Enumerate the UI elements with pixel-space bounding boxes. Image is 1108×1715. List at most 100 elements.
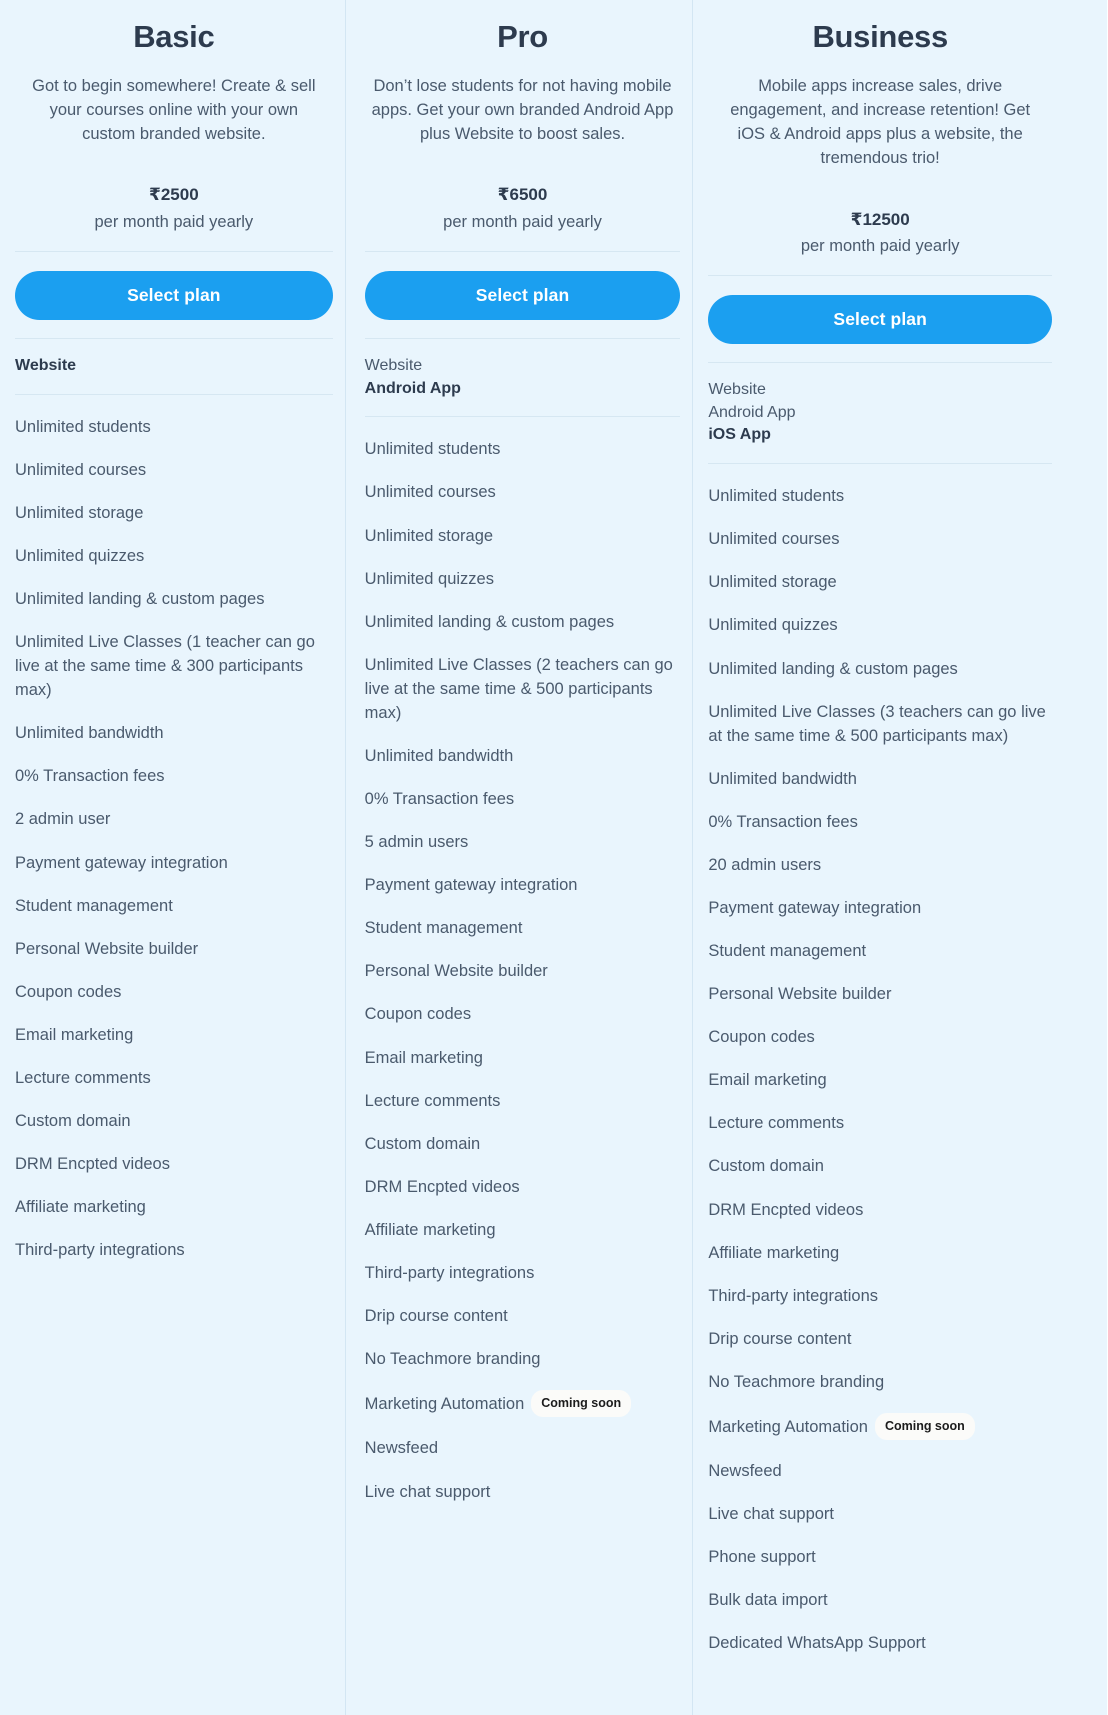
plan-title: Basic	[133, 19, 215, 54]
feature-item: Live chat support	[708, 1502, 1052, 1526]
feature-label: Live chat support	[364, 1482, 491, 1501]
plan-title: Business	[812, 19, 948, 54]
coming-soon-badge: Coming soon	[531, 1390, 632, 1418]
feature-item: Unlimited landing & custom pages	[15, 587, 333, 611]
plan-card-pro: Pro Don’t lose students for not having mo…	[344, 0, 693, 1715]
feature-label: Live chat support	[708, 1505, 835, 1524]
platform-item: Android App	[364, 379, 461, 397]
platform-list: Website	[15, 337, 333, 395]
feature-item: Marketing Automation Coming soon	[364, 1390, 681, 1418]
feature-label: Personal Website builder	[708, 985, 892, 1004]
feature-item: 0% Transaction fees	[15, 764, 333, 788]
feature-item: Custom domain	[365, 1132, 681, 1156]
feature-label: Third-party integrations	[364, 1263, 535, 1282]
feature-label: DRM Encpted videos	[364, 1177, 520, 1196]
feature-label: Marketing Automation	[364, 1395, 525, 1414]
feature-label: Marketing Automation	[708, 1417, 868, 1436]
feature-label: Affiliate marketing	[364, 1220, 496, 1239]
feature-item: Unlimited storage	[708, 570, 1052, 594]
feature-item: Unlimited bandwidth	[365, 744, 681, 768]
select-plan-button[interactable]: Select plan	[364, 270, 681, 320]
platform-item: Website	[708, 381, 766, 399]
feature-item: Coupon codes	[365, 1002, 681, 1026]
platform-item: Website	[15, 356, 77, 374]
feature-item: Unlimited courses	[15, 458, 333, 482]
feature-label: Affiliate marketing	[708, 1243, 840, 1262]
feature-item: Third-party integrations	[365, 1261, 681, 1285]
platform-list: Website Android App	[364, 337, 681, 418]
plan-card-business: Business Mobile apps increase sales, driv…	[692, 0, 1107, 1715]
feature-label: Coupon codes	[15, 982, 122, 1001]
select-plan-button[interactable]: Select plan	[708, 295, 1052, 345]
price-amount: ₹6500	[497, 185, 548, 205]
feature-label: Affiliate marketing	[15, 1198, 146, 1217]
plan-title: Pro	[497, 19, 548, 54]
feature-item: Lecture comments	[15, 1066, 333, 1090]
feature-item: 0% Transaction fees	[708, 810, 1052, 834]
feature-label: Email marketing	[708, 1071, 827, 1090]
feature-item: Email marketing	[15, 1023, 333, 1047]
feature-label: Student management	[708, 942, 867, 961]
feature-label: Unlimited quizzes	[708, 616, 838, 635]
feature-list: Unlimited students Unlimited courses Unlim…	[15, 415, 333, 1263]
select-plan-button[interactable]: Select plan	[15, 270, 333, 320]
feature-label: Custom domain	[708, 1157, 824, 1176]
feature-item: Payment gateway integration	[365, 873, 681, 897]
feature-label: Payment gateway integration	[708, 898, 922, 917]
feature-label: Drip course content	[708, 1329, 852, 1348]
feature-label: Lecture comments	[708, 1114, 845, 1133]
feature-item: Email marketing	[365, 1046, 681, 1070]
feature-label: Unlimited Live Classes (3 teachers can g…	[708, 702, 1046, 745]
feature-item: Custom domain	[708, 1154, 1052, 1178]
feature-label: Unlimited students	[15, 417, 151, 436]
feature-label: Newsfeed	[708, 1462, 782, 1481]
feature-item: No Teachmore branding	[365, 1347, 681, 1371]
feature-item: Affiliate marketing	[15, 1195, 333, 1219]
feature-item: Personal Website builder	[708, 982, 1052, 1006]
feature-label: 0% Transaction fees	[708, 812, 858, 831]
feature-item: Student management	[365, 916, 681, 940]
feature-item: Unlimited courses	[365, 480, 681, 504]
feature-label: No Teachmore branding	[708, 1372, 885, 1391]
feature-label: Bulk data import	[708, 1591, 828, 1610]
feature-label: Payment gateway integration	[15, 853, 228, 872]
feature-item: Lecture comments	[365, 1089, 681, 1113]
feature-item: Phone support	[708, 1545, 1052, 1569]
feature-item: Payment gateway integration	[15, 851, 333, 875]
coming-soon-badge: Coming soon	[874, 1412, 975, 1441]
feature-label: Unlimited students	[364, 440, 501, 459]
feature-item: Dedicated WhatsApp Support	[708, 1631, 1052, 1655]
feature-label: Unlimited courses	[15, 460, 147, 479]
feature-label: Third-party integrations	[15, 1241, 185, 1260]
feature-label: Third-party integrations	[708, 1286, 879, 1305]
feature-label: Unlimited Live Classes (1 teacher can go…	[15, 633, 315, 700]
price-block: ₹2500 per month paid yearly	[15, 184, 333, 252]
feature-item: 2 admin user	[15, 807, 333, 831]
feature-label: Lecture comments	[15, 1068, 151, 1087]
feature-item: Payment gateway integration	[708, 896, 1052, 920]
feature-label: Unlimited landing & custom pages	[364, 612, 615, 631]
feature-item: Lecture comments	[708, 1111, 1052, 1135]
feature-item: Affiliate marketing	[365, 1218, 681, 1242]
feature-item: Affiliate marketing	[708, 1241, 1052, 1265]
feature-item: Unlimited students	[15, 415, 333, 439]
feature-label: Unlimited storage	[15, 503, 144, 522]
feature-item: Coupon codes	[708, 1025, 1052, 1049]
feature-item: Unlimited landing & custom pages	[708, 657, 1052, 681]
feature-label: Unlimited courses	[364, 483, 496, 502]
feature-item: No Teachmore branding	[708, 1370, 1052, 1394]
feature-item: Unlimited storage	[365, 524, 681, 548]
feature-label: Unlimited courses	[708, 530, 840, 549]
feature-label: 20 admin users	[708, 855, 822, 874]
feature-label: Unlimited students	[708, 487, 845, 506]
feature-label: Email marketing	[15, 1025, 134, 1044]
feature-item: Third-party integrations	[708, 1284, 1052, 1308]
feature-item: 20 admin users	[708, 853, 1052, 877]
feature-list: Unlimited students Unlimited courses Unlim…	[365, 437, 681, 1503]
price-period: per month paid yearly	[443, 212, 602, 231]
feature-label: Phone support	[708, 1548, 816, 1567]
platform-list: Website Android App iOS App	[708, 362, 1052, 465]
platform-item: iOS App	[708, 426, 771, 444]
feature-item: Unlimited landing & custom pages	[365, 610, 681, 634]
feature-item: Student management	[15, 894, 333, 918]
